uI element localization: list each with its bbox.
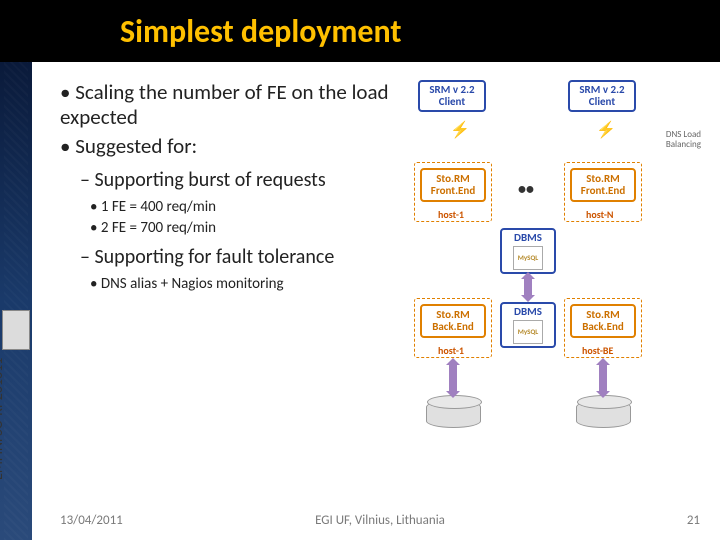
frontend-box-1: Sto.RM Front.End [420, 168, 486, 202]
srm-client-box-1: SRM v 2.2 Client [418, 80, 486, 112]
footer-page-number: 21 [687, 513, 700, 528]
bolt-icon: ⚡ [596, 120, 616, 140]
dbms2-l: DBMS [504, 306, 552, 318]
frontend-box-n: Sto.RM Front.End [570, 168, 636, 202]
ellipsis-icon: •• [518, 180, 534, 199]
backend-box-1: Sto.RM Back.End [420, 304, 486, 338]
dbms-box-bottom: DBMS MySQL [500, 302, 556, 348]
be2-l2: Back.End [574, 321, 632, 333]
architecture-diagram: SRM v 2.2 Client SRM v 2.2 Client DNS Lo… [408, 80, 708, 480]
subsub-2a: DNS alias + Nagios monitoring [90, 275, 400, 293]
slide-footer: 13/04/2011 EGI UF, Vilnius, Lithuania 21 [60, 513, 700, 528]
host-be-label: host-BE [582, 344, 613, 357]
host-n-label: host-N [586, 208, 614, 221]
srm-client-box-2: SRM v 2.2 Client [568, 80, 636, 112]
double-arrow-icon [599, 364, 607, 392]
double-arrow-icon [449, 364, 457, 392]
client2-line2: Client [572, 96, 632, 108]
dns-label: DNS LoadBalancing [646, 130, 701, 150]
double-arrow-icon [524, 278, 532, 296]
bolt-icon: ⚡ [450, 120, 470, 140]
project-id-label: EMI INFSO-RI-261611 [0, 358, 6, 480]
host-1b-label: host-1 [438, 344, 464, 357]
logo-block [2, 310, 30, 350]
bullet-1: Scaling the number of FE on the load exp… [60, 80, 400, 130]
footer-date: 13/04/2011 [60, 513, 123, 528]
host-1-label: host-1 [438, 208, 464, 221]
subsub-1a: 1 FE = 400 req/min [90, 198, 400, 216]
title-bar: Simplest deployment [0, 0, 720, 62]
subsub-1b: 2 FE = 700 req/min [90, 219, 400, 237]
client1-line2: Client [422, 96, 482, 108]
storage-cylinder-icon [576, 400, 631, 428]
backend-box-2: Sto.RM Back.End [570, 304, 636, 338]
mysql-icon: MySQL [513, 320, 543, 344]
subbullet-1: Supporting burst of requests [80, 168, 400, 192]
subbullet-2: Supporting for fault tolerance [80, 245, 400, 269]
be1-l2: Back.End [424, 321, 482, 333]
dbms-l: DBMS [504, 232, 552, 244]
bullet-2: Suggested for: [60, 134, 400, 159]
slide-title: Simplest deployment [120, 12, 401, 51]
footer-center: EGI UF, Vilnius, Lithuania [315, 513, 445, 528]
dbms-box-top: DBMS MySQL [500, 228, 556, 274]
fe1-l2: Front.End [424, 185, 482, 197]
bullet-content: Scaling the number of FE on the load exp… [50, 80, 400, 301]
mysql-icon: MySQL [513, 246, 543, 270]
feN-l2: Front.End [574, 185, 632, 197]
storage-cylinder-icon [426, 400, 481, 428]
